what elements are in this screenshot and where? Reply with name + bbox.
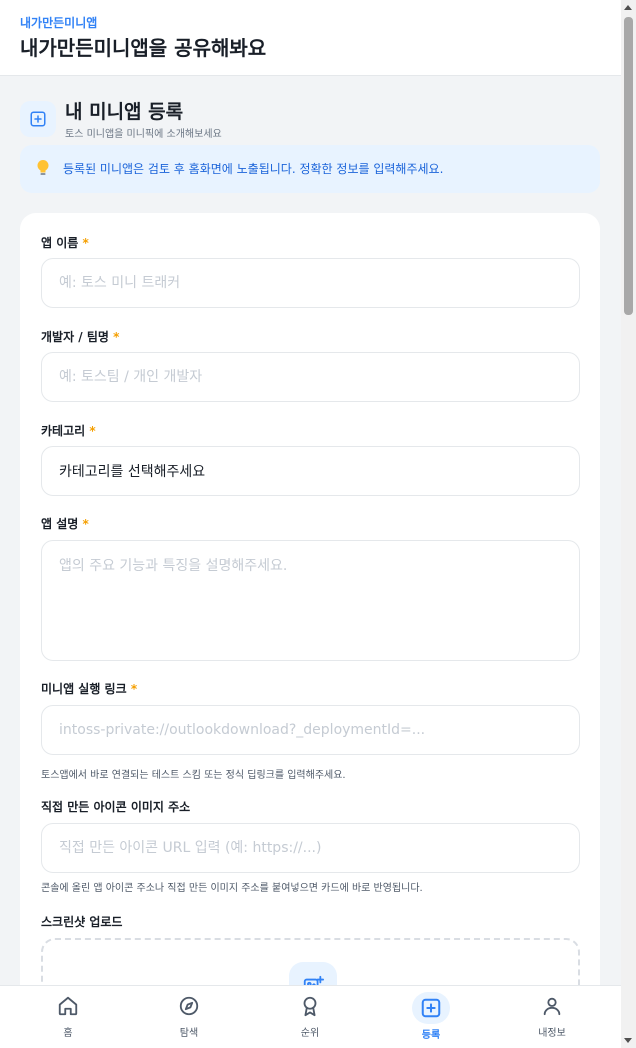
- link-label: 미니앱 실행 링크 *: [41, 682, 138, 696]
- link-helper-text: 토스앱에서 바로 연결되는 테스트 스킴 또는 정식 딥링크를 입력해주세요.: [41, 770, 346, 781]
- notice-text: 등록된 미니앱은 검토 후 홈화면에 노출됩니다. 정확한 정보를 입력해주세요…: [63, 162, 444, 176]
- tab-home-label: 홈: [63, 1028, 73, 1039]
- section-title: 내 미니앱 등록: [65, 101, 184, 123]
- plus-square-icon: [20, 101, 56, 137]
- scroll-down-icon[interactable]: [624, 1038, 632, 1043]
- image-add-icon: [289, 962, 337, 985]
- icon-url-helper-text: 콘솔에 올린 앱 아이콘 주소나 직접 만든 이미지 주소를 붙여넣으면 카드에…: [41, 883, 423, 894]
- bottom-tab-bar: 홈 탐색 순위 등록 내정보: [0, 985, 621, 1048]
- tab-profile[interactable]: 내정보: [512, 986, 592, 1048]
- header-app-name: 내가만든미니앱: [20, 16, 98, 30]
- developer-label: 개발자 / 팀명 *: [41, 330, 120, 344]
- category-selected-value: 카테고리를 선택해주세요: [59, 464, 206, 480]
- section-description: 토스 미니앱을 미니픽에 소개해보세요: [65, 129, 222, 140]
- tab-home[interactable]: 홈: [28, 986, 108, 1048]
- plus-square-icon: [412, 992, 450, 1024]
- link-input[interactable]: [41, 705, 580, 755]
- tab-explore[interactable]: 탐색: [149, 986, 229, 1048]
- category-label: 카테고리 *: [41, 424, 96, 438]
- app-name-input[interactable]: [41, 258, 580, 308]
- tab-ranking-label: 순위: [300, 1028, 320, 1039]
- app-header: 내가만든미니앱 내가만든미니앱을 공유해봐요: [0, 0, 621, 76]
- lightbulb-icon: [36, 159, 50, 181]
- tab-explore-label: 탐색: [179, 1028, 199, 1039]
- scroll-up-icon[interactable]: [624, 5, 632, 10]
- category-select[interactable]: 카테고리를 선택해주세요: [41, 446, 580, 496]
- description-textarea[interactable]: [41, 540, 580, 661]
- notice-banner: 등록된 미니앱은 검토 후 홈화면에 노출됩니다. 정확한 정보를 입력해주세요…: [20, 145, 600, 193]
- scrollbar-thumb[interactable]: [624, 17, 633, 315]
- tab-register[interactable]: 등록: [391, 986, 471, 1048]
- register-form-card: 앱 이름 * 개발자 / 팀명 * 카테고리 * 카테고리를 선택해주세요 앱 …: [20, 213, 600, 985]
- screenshot-upload-area[interactable]: [41, 938, 580, 985]
- page-title: 내가만든미니앱을 공유해봐요: [20, 36, 267, 60]
- developer-input[interactable]: [41, 352, 580, 402]
- award-icon: [298, 994, 322, 1018]
- page-scrollbar[interactable]: [621, 0, 636, 1048]
- app-name-label: 앱 이름 *: [41, 236, 89, 250]
- description-label: 앱 설명 *: [41, 517, 89, 531]
- screenshot-label: 스크린샷 업로드: [41, 915, 123, 929]
- main-content[interactable]: 내 미니앱 등록 토스 미니앱을 미니픽에 소개해보세요 등록된 미니앱은 검토…: [0, 77, 621, 985]
- tab-ranking[interactable]: 순위: [270, 986, 350, 1048]
- home-icon: [56, 994, 80, 1018]
- tab-register-label: 등록: [421, 1030, 441, 1041]
- tab-profile-label: 내정보: [538, 1028, 566, 1039]
- compass-icon: [177, 994, 201, 1018]
- icon-url-input[interactable]: [41, 823, 580, 873]
- icon-url-label: 직접 만든 아이콘 이미지 주소: [41, 800, 191, 814]
- user-icon: [540, 994, 564, 1018]
